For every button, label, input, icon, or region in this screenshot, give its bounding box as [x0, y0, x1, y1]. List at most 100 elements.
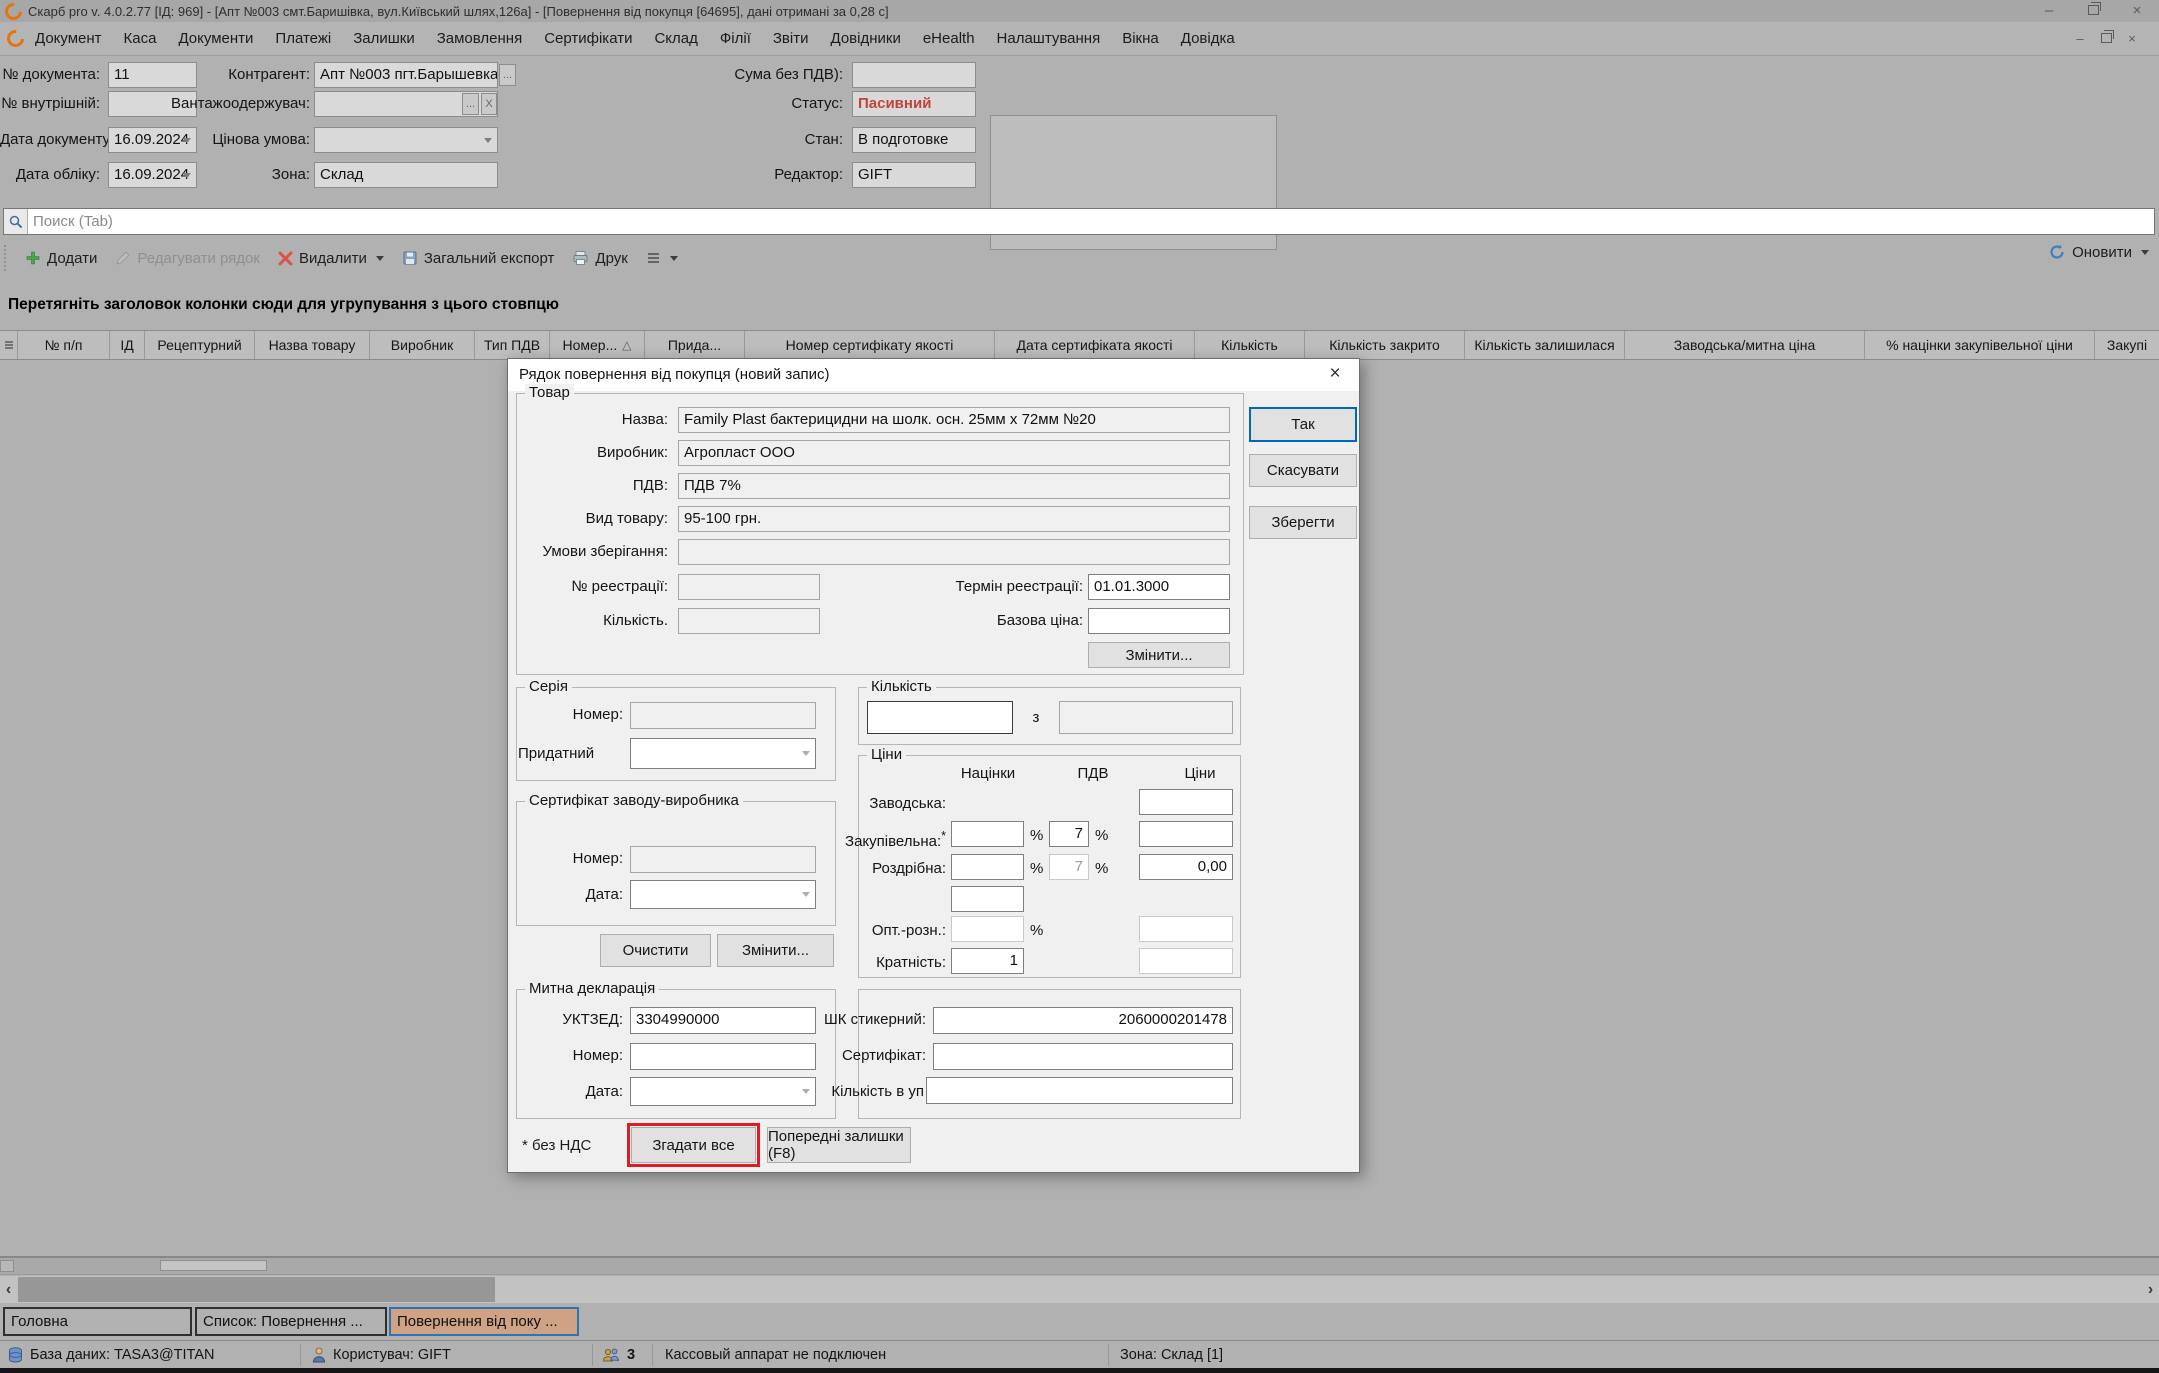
qty-pack-field[interactable] [926, 1077, 1233, 1104]
col-receptury[interactable]: Рецептурний [145, 331, 255, 359]
mdi-close-button[interactable]: × [2119, 29, 2145, 49]
opt-markup-field[interactable] [951, 916, 1024, 942]
cert-number-field[interactable] [630, 846, 816, 873]
scroll-right-arrow[interactable]: › [2142, 1276, 2159, 1303]
menu-vikna[interactable]: Вікна [1111, 30, 1170, 47]
menu-filii[interactable]: Філії [709, 30, 762, 47]
col-purchase[interactable]: Закупі [2095, 331, 2159, 359]
mdi-minimize-button[interactable]: – [2067, 29, 2093, 49]
sum-no-vat-field[interactable] [852, 62, 976, 88]
qty-input[interactable] [867, 701, 1013, 734]
cert-date-combo[interactable] [630, 880, 816, 909]
series-valid-combo[interactable] [630, 738, 816, 769]
scroll-left-arrow[interactable]: ‹ [0, 1276, 17, 1303]
base-price-field[interactable] [1088, 608, 1230, 634]
tab-holovna[interactable]: Головна [3, 1307, 192, 1336]
consignee-picker-button[interactable]: ... [462, 93, 479, 115]
menu-sklad[interactable]: Склад [643, 30, 708, 47]
qty-total-field[interactable] [1059, 701, 1233, 734]
ok-button[interactable]: Так [1249, 407, 1357, 442]
row-menu-icon[interactable] [0, 331, 18, 359]
storage-field[interactable] [678, 539, 1230, 565]
menu-dovidnyky[interactable]: Довідники [820, 30, 912, 47]
certificate-field[interactable] [933, 1043, 1233, 1070]
dialog-close-button[interactable]: × [1323, 363, 1347, 385]
menu-ehealth[interactable]: eHealth [912, 30, 986, 47]
export-button[interactable]: Загальний експорт [393, 243, 564, 273]
menu-platezhi[interactable]: Платежі [264, 30, 342, 47]
opt-price-field[interactable] [1139, 916, 1233, 942]
col-cert-date[interactable]: Дата сертифіката якості [995, 331, 1195, 359]
factory-price-field[interactable] [1139, 789, 1233, 815]
kind-field[interactable]: 95-100 грн. [678, 506, 1230, 532]
menu-dokumenty[interactable]: Документи [167, 30, 264, 47]
col-number[interactable]: Номер...△ [550, 331, 645, 359]
col-npp[interactable]: № п/п [18, 331, 110, 359]
multiplicity-field[interactable]: 1 [951, 948, 1024, 974]
col-qty-closed[interactable]: Кількість закрито [1305, 331, 1465, 359]
purchase-price-field[interactable] [1139, 821, 1233, 847]
tab-povernennya-active[interactable]: Повернення від поку ... [389, 1307, 579, 1336]
mult-price-field[interactable] [1139, 948, 1233, 974]
delete-button[interactable]: Видалити [269, 243, 393, 273]
reg-term-field[interactable]: 01.01.3000 [1088, 574, 1230, 600]
manufacturer-field[interactable]: Агропласт ООО [678, 440, 1230, 466]
retail-markup-field[interactable] [951, 854, 1024, 880]
menu-dokument[interactable]: Документ [24, 30, 113, 47]
product-change-button[interactable]: Змінити... [1088, 642, 1230, 668]
price-term-combo[interactable] [314, 127, 498, 153]
col-factory-price[interactable]: Заводська/митна ціна [1625, 331, 1865, 359]
cancel-button[interactable]: Скасувати [1249, 454, 1357, 487]
retail-price-field[interactable]: 0,00 [1139, 854, 1233, 880]
menu-zvity[interactable]: Звіти [762, 30, 820, 47]
zone-field[interactable]: Склад [314, 162, 498, 188]
menu-kasa[interactable]: Каса [113, 30, 168, 47]
extra-markup-field[interactable] [951, 886, 1024, 912]
contractor-field[interactable]: Апт №003 пгт.Барышевка, ул.Киев [314, 62, 498, 88]
chevron-down-icon[interactable] [802, 751, 810, 756]
restore-button[interactable] [2071, 1, 2115, 21]
add-button[interactable]: Додати [16, 243, 106, 273]
menu-dovidka[interactable]: Довідка [1170, 30, 1246, 47]
col-cert-number[interactable]: Номер сертифікату якості [745, 331, 995, 359]
col-prydatnist[interactable]: Прида... [645, 331, 745, 359]
search-input[interactable]: Поиск (Tab) [3, 208, 2155, 235]
mdi-restore-button[interactable] [2093, 29, 2119, 49]
col-product-name[interactable]: Назва товару [255, 331, 370, 359]
series-number-field[interactable] [630, 702, 816, 729]
save-button[interactable]: Зберегти [1249, 506, 1357, 539]
recall-all-button[interactable]: Згадати все [631, 1127, 756, 1163]
col-id[interactable]: ІД [110, 331, 145, 359]
previous-stock-button[interactable]: Попередні залишки (F8) [767, 1127, 911, 1163]
print-button[interactable]: Друк [563, 243, 636, 273]
clear-button[interactable]: Очистити [600, 934, 711, 967]
window-hscrollbar[interactable]: ‹ › [0, 1276, 2159, 1303]
purchase-vat-field[interactable]: 7 [1049, 821, 1089, 847]
table-hscrollbar-thumb[interactable] [160, 1260, 267, 1271]
close-button[interactable]: × [2115, 1, 2159, 21]
refresh-button[interactable]: Оновити [2048, 243, 2149, 261]
purchase-markup-field[interactable] [951, 821, 1024, 847]
view-options-button[interactable] [637, 243, 687, 273]
col-markup-pct[interactable]: % націнки закупівельної ціни [1865, 331, 2095, 359]
menu-nalashtuvannya[interactable]: Налаштування [986, 30, 1112, 47]
menu-zamovlennya[interactable]: Замовлення [426, 30, 533, 47]
table-hscrollbar[interactable] [0, 1256, 2159, 1275]
tab-spysok-povernennya[interactable]: Список: Повернення ... [195, 1307, 387, 1336]
menu-zalyshky[interactable]: Залишки [342, 30, 426, 47]
window-hscrollbar-thumb[interactable] [18, 1277, 495, 1302]
col-manufacturer[interactable]: Виробник [370, 331, 475, 359]
contractor-picker-button[interactable]: ... [499, 64, 516, 86]
minimize-button[interactable]: – [2027, 1, 2071, 21]
reg-number-field[interactable] [678, 574, 820, 600]
consignee-clear-button[interactable]: X [481, 93, 497, 115]
col-qty-left[interactable]: Кількість залишилася [1465, 331, 1625, 359]
chevron-down-icon[interactable] [484, 138, 492, 143]
name-field[interactable]: Family Plast бактерицидни на шолк. осн. … [678, 407, 1230, 433]
toolbar-grip[interactable] [4, 245, 10, 271]
chevron-down-icon[interactable] [802, 892, 810, 897]
vat-field[interactable]: ПДВ 7% [678, 473, 1230, 499]
col-vat-type[interactable]: Тип ПДВ [475, 331, 550, 359]
quantity-field[interactable] [678, 608, 820, 634]
cert-change-button[interactable]: Змінити... [717, 934, 834, 967]
